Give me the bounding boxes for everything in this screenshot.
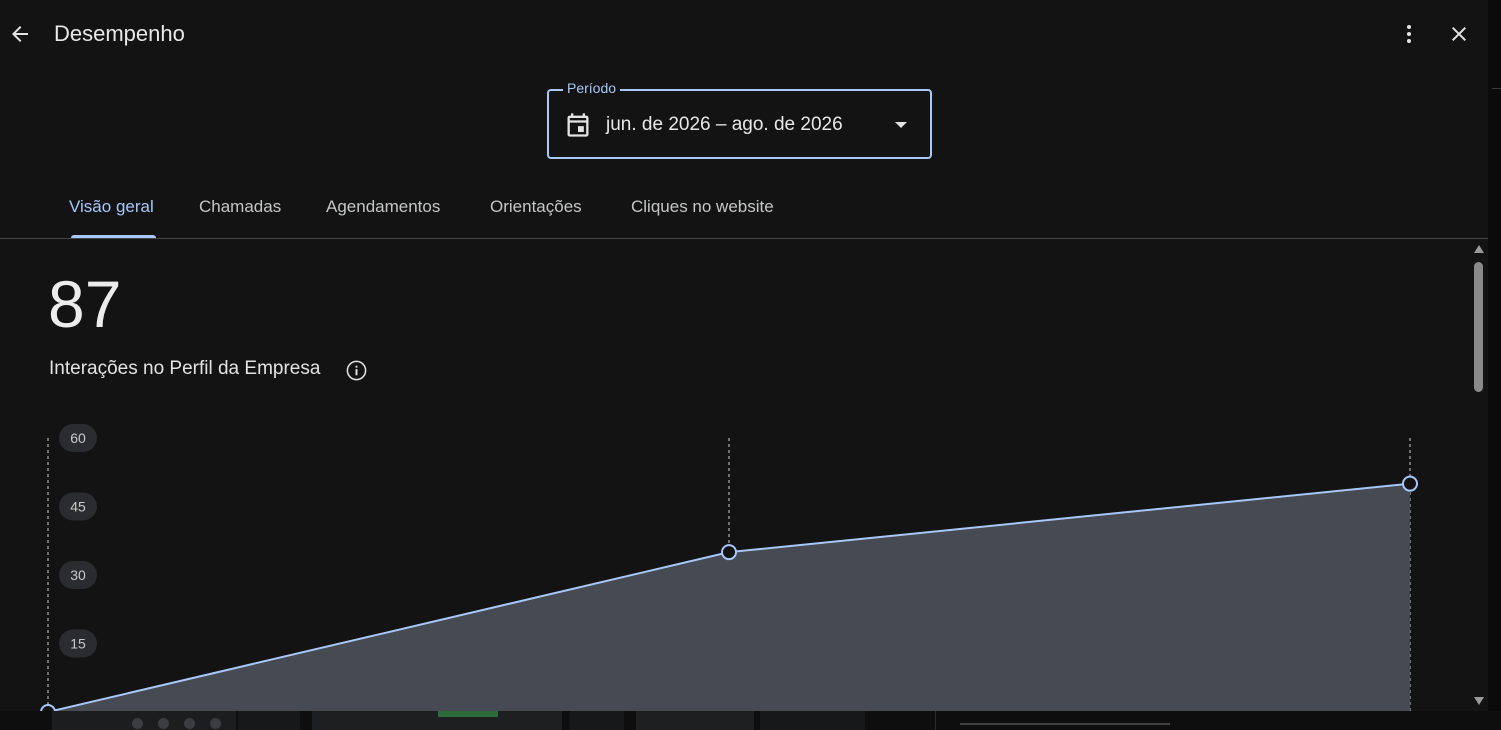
back-button[interactable] xyxy=(0,14,40,54)
background-tile xyxy=(52,711,236,730)
period-select[interactable]: Período jun. de 2026 – ago. de 2026 xyxy=(547,80,932,159)
tab-website-clicks[interactable]: Cliques no website xyxy=(631,197,774,217)
edge-divider xyxy=(1492,88,1501,89)
tab-bookings[interactable]: Agendamentos xyxy=(326,197,440,217)
tab-overview[interactable]: Visão geral xyxy=(69,197,154,217)
more-options-button[interactable] xyxy=(1389,14,1429,54)
scroll-down-arrow-icon[interactable] xyxy=(1473,696,1485,706)
arrow-back-icon xyxy=(12,26,28,42)
scrollbar[interactable] xyxy=(1470,239,1488,711)
performance-dialog: Desempenho Período jun. de 2026 – ago. d… xyxy=(0,0,1488,711)
data-point xyxy=(1402,475,1418,492)
calendar-icon xyxy=(567,113,589,137)
dropdown-caret-icon xyxy=(895,122,907,128)
background-tile xyxy=(238,711,300,730)
background-tile xyxy=(570,711,624,730)
scrollbar-thumb[interactable] xyxy=(1474,262,1483,392)
tab-directions[interactable]: Orientações xyxy=(490,197,582,217)
close-icon xyxy=(1452,27,1466,41)
background-dot xyxy=(184,718,195,729)
background-text-line xyxy=(960,723,1170,730)
close-button[interactable] xyxy=(1439,14,1479,54)
tab-bar: Visão geral Chamadas Agendamentos Orient… xyxy=(0,180,1488,239)
period-label: Período xyxy=(563,80,621,96)
background-dot xyxy=(158,718,169,729)
top-app-bar: Desempenho xyxy=(0,0,1488,68)
window-edge xyxy=(1488,0,1501,730)
period-value: jun. de 2026 – ago. de 2026 xyxy=(606,114,843,135)
background-tile xyxy=(312,711,562,730)
background-page-peek xyxy=(0,711,1501,730)
overview-panel: 87 Interações no Perfil da Empresa 15 30 4… xyxy=(0,239,1470,711)
more-vert-icon xyxy=(1407,25,1411,43)
y-tick-label: 15 xyxy=(70,636,86,652)
background-tile xyxy=(636,711,754,730)
background-tile xyxy=(760,711,865,730)
page-title: Desempenho xyxy=(54,21,185,46)
tab-calls[interactable]: Chamadas xyxy=(199,197,281,217)
background-accent xyxy=(438,711,498,717)
y-tick-label: 60 xyxy=(70,430,86,446)
background-divider xyxy=(935,711,936,730)
background-dot xyxy=(210,718,221,729)
y-tick-label: 45 xyxy=(70,499,86,515)
active-tab-indicator xyxy=(71,235,156,238)
scroll-up-arrow-icon[interactable] xyxy=(1473,244,1485,254)
data-point xyxy=(721,544,737,561)
interactions-chart: 15 30 45 60 xyxy=(40,424,1418,711)
background-dot xyxy=(132,718,143,729)
y-tick-label: 30 xyxy=(70,567,86,583)
